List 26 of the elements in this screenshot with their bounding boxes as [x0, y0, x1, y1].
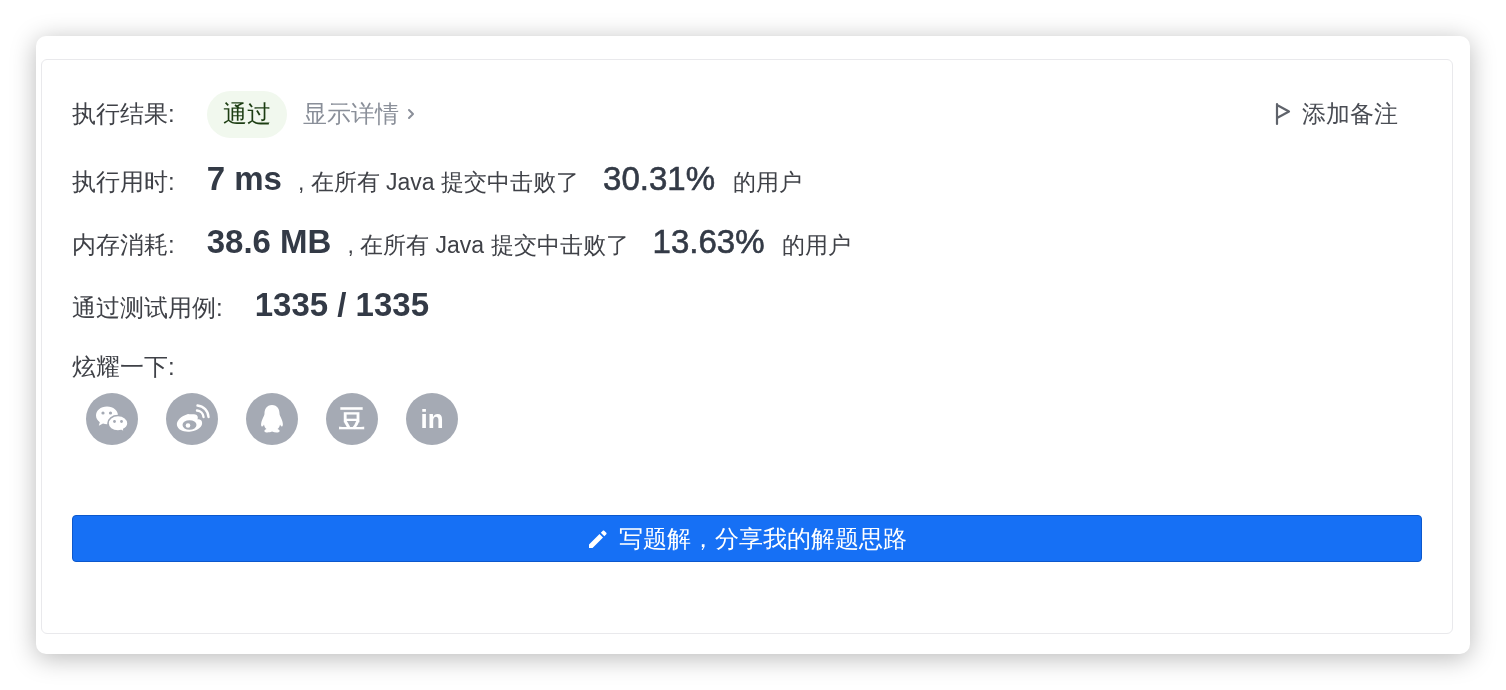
stat-value: 7 ms — [206, 159, 282, 199]
percentile-value: 13.63% — [652, 222, 765, 262]
stat-label: 执行用时: — [72, 167, 175, 197]
flag-icon — [1274, 102, 1292, 126]
comparison-text: , 在所有 Java 提交中击败了 — [347, 231, 629, 260]
percentile-value: 30.31% — [603, 159, 715, 199]
test-cases-label: 通过测试用例: — [72, 293, 223, 323]
swirl-eye-icon[interactable] — [166, 393, 218, 445]
pencil-icon — [587, 527, 609, 550]
test-cases-value: 1335 / 1335 — [254, 285, 429, 325]
write-solution-button[interactable]: 写题解，分享我的解题思路 — [72, 515, 1422, 562]
comparison-text: 的用户 — [733, 168, 802, 197]
stat-value: 38.6 MB — [206, 222, 332, 262]
add-note-button[interactable]: 添加备注 — [1274, 98, 1398, 130]
comparison-text: 的用户 — [782, 231, 852, 260]
stat-label: 内存消耗: — [72, 230, 175, 260]
comparison-text: , 在所有 Java 提交中击败了 — [297, 168, 580, 197]
chevron-right-icon — [406, 108, 415, 120]
chat-bubbles-icon[interactable] — [86, 393, 138, 445]
penguin-icon[interactable] — [246, 393, 298, 445]
share-button[interactable]: in — [406, 393, 458, 445]
result-label: 执行结果: — [72, 99, 175, 129]
show-details-link[interactable]: 显示详情 — [302, 98, 415, 130]
share-label: 炫耀一下: — [72, 353, 176, 381]
status-badge: 通过 — [206, 90, 287, 138]
share-button[interactable]: 豆 — [326, 393, 378, 445]
